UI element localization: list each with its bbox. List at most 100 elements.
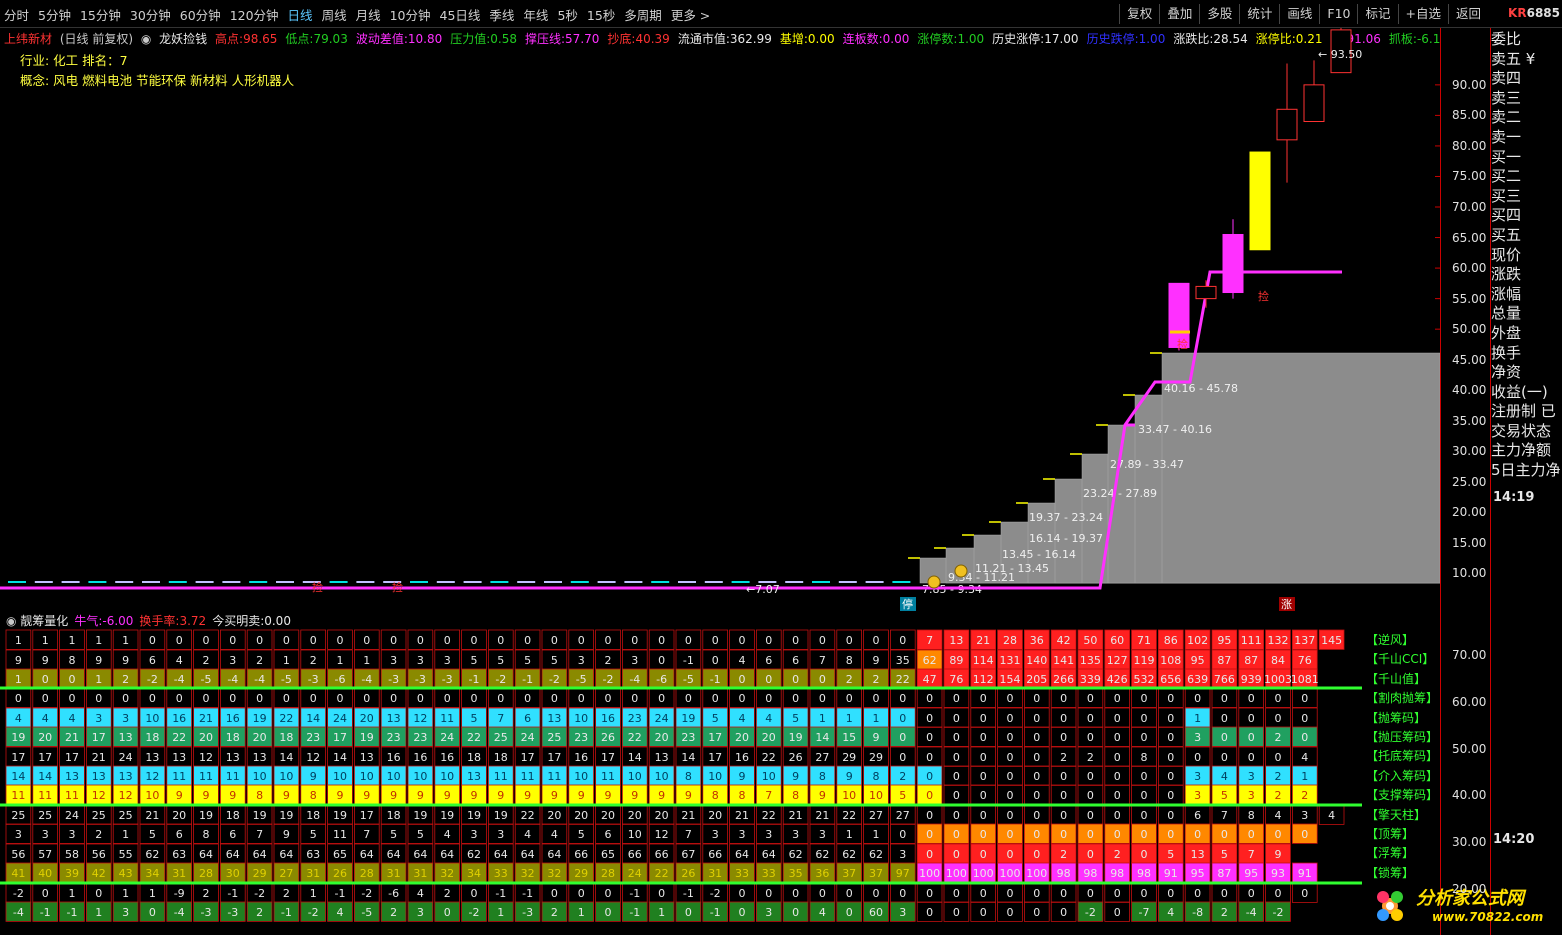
price-axis-label: 50.00 [1452, 322, 1487, 337]
price-axis-label: 10.00 [1452, 566, 1487, 581]
grid-cell-value: 0 [1087, 789, 1094, 802]
grid-cell-value: 0 [1033, 770, 1040, 783]
period-tab[interactable]: 周线 [322, 5, 347, 24]
quote-field-label: 买一 [1491, 147, 1522, 166]
period-tab[interactable]: 分时 [4, 5, 29, 24]
legend-item: 【锁筹】 [1366, 865, 1415, 880]
grid-cell-value: 16 [387, 751, 401, 764]
legend-item: 【支撑筹码】 [1366, 788, 1439, 803]
candlestick-chart[interactable]: 7.85 - 9.349.34 - 11.2111.21 - 13.4513.4… [0, 28, 1440, 612]
grid-cell-value: 0 [953, 887, 960, 900]
price-ladder-label: 16.14 - 19.37 [1029, 532, 1103, 545]
toolbar-button[interactable]: 标记 [1357, 4, 1397, 24]
grid-cell-value: 31 [172, 867, 186, 880]
grid-cell-value: 0 [953, 712, 960, 725]
grid-cell-value: 29 [574, 867, 588, 880]
grid-cell-value: 29 [253, 867, 267, 880]
grid-cell-value: 64 [494, 848, 508, 861]
grid-cell-value: 7 [926, 634, 933, 647]
toolbar-button[interactable]: 多股 [1199, 4, 1239, 24]
grid-cell-value: 0 [846, 692, 853, 705]
grid-cell-value: 7 [819, 654, 826, 667]
grid-cell-value: 22 [896, 673, 910, 686]
grid-cell-value: 27 [896, 809, 910, 822]
period-tab[interactable]: 30分钟 [130, 5, 171, 24]
grid-cell-value: 6 [149, 654, 156, 667]
toolbar-button[interactable]: +自选 [1397, 4, 1448, 24]
grid-cell-value: 2 [256, 654, 263, 667]
toolbar-button[interactable]: 画线 [1279, 4, 1319, 24]
grid-cell-value: -8 [1192, 906, 1203, 919]
grid-cell-value: 0 [926, 770, 933, 783]
period-tab[interactable]: 日线 [288, 5, 313, 24]
grid-cell-value: 1 [69, 634, 76, 647]
toolbar-button[interactable]: 复权 [1119, 4, 1159, 24]
grid-cell-value: -1 [281, 906, 292, 919]
grid-cell-value: 0 [1007, 770, 1014, 783]
grid-cell-value: 0 [1167, 809, 1174, 822]
grid-cell-value: 266 [1053, 673, 1074, 686]
grid-cell-value: 19 [789, 731, 803, 744]
grid-cell-value: 13 [92, 770, 106, 783]
grid-cell-value: 2 [95, 828, 102, 841]
toolbar-button[interactable]: 统计 [1239, 4, 1279, 24]
period-tab[interactable]: 45日线 [440, 5, 481, 24]
grid-cell-value: 10 [253, 770, 267, 783]
grid-cell-value: 27 [815, 751, 829, 764]
grid-cell-value: -5 [201, 673, 212, 686]
period-tab[interactable]: 更多 > [671, 5, 710, 24]
grid-cell-value: 100 [1026, 867, 1047, 880]
grid-cell-value: 18 [387, 809, 401, 822]
mini-candle [142, 581, 160, 583]
period-tab[interactable]: 季线 [489, 5, 514, 24]
grid-cell-value: 0 [953, 751, 960, 764]
grid-cell-value: 13 [65, 770, 79, 783]
grid-cell-value: -3 [308, 673, 319, 686]
grid-cell-value: 0 [980, 828, 987, 841]
grid-cell-value: 76 [1298, 654, 1312, 667]
grid-cell-value: -2 [147, 673, 158, 686]
grid-cell-value: 0 [953, 828, 960, 841]
sub-chart-title[interactable]: 靓筹量化 [20, 614, 68, 628]
time-label-1: 14:19 [1493, 490, 1535, 505]
grid-cell-value: 9 [122, 654, 129, 667]
grid-cell-value: 5 [551, 654, 558, 667]
grid-cell-value: 0 [819, 673, 826, 686]
grid-cell-value: 2 [122, 673, 129, 686]
toolbar-button[interactable]: F10 [1319, 4, 1357, 24]
grid-cell-value: 0 [1221, 887, 1228, 900]
period-tab[interactable]: 60分钟 [180, 5, 221, 24]
grid-cell-value: 639 [1187, 673, 1208, 686]
period-tab[interactable]: 年线 [523, 5, 548, 24]
price-axis-label: 60.00 [1452, 261, 1487, 276]
grid-cell-value: 19 [253, 809, 267, 822]
grid-cell-value: 0 [926, 789, 933, 802]
period-tab[interactable]: 5分钟 [38, 5, 71, 24]
grid-cell-value: 0 [1301, 712, 1308, 725]
grid-cell-value: 3 [497, 828, 504, 841]
toolbar-button[interactable]: 叠加 [1159, 4, 1199, 24]
period-tab[interactable]: 月线 [356, 5, 381, 24]
grid-cell-value: 4 [551, 828, 558, 841]
period-tab[interactable]: 5秒 [557, 5, 577, 24]
grid-cell-value: 0 [1248, 828, 1255, 841]
period-tab[interactable]: 10分钟 [390, 5, 431, 24]
grid-cell-value: 28 [360, 867, 374, 880]
mini-candle [410, 581, 428, 583]
grid-cell-value: 12 [199, 751, 213, 764]
grid-cell-value: 0 [1007, 692, 1014, 705]
grid-cell-value: 1 [337, 654, 344, 667]
period-tab[interactable]: 15秒 [587, 5, 615, 24]
sub-indicator: 牛气:-6.00 [74, 614, 133, 628]
sub-chart-toggle-icon[interactable]: ◉ [6, 614, 20, 628]
grid-cell-value: 13 [360, 751, 374, 764]
grid-cell-value: 0 [1141, 848, 1148, 861]
grid-cell-value: 66 [655, 848, 669, 861]
chip-quant-chart[interactable]: 1 1 1 1 1 0 0 0 0 0 0 0 0 0 0 0 0 0 0 0 0 0 0 0 0 0 0 0 0 0 0 0 0 0 7 13 21 2… [0, 612, 1490, 935]
grid-cell-value: 65 [601, 848, 615, 861]
period-tab[interactable]: 120分钟 [230, 5, 279, 24]
period-tab[interactable]: 15分钟 [80, 5, 121, 24]
grid-cell-value: 0 [283, 634, 290, 647]
grid-cell-value: 1 [819, 712, 826, 725]
period-tab[interactable]: 多周期 [624, 5, 662, 24]
